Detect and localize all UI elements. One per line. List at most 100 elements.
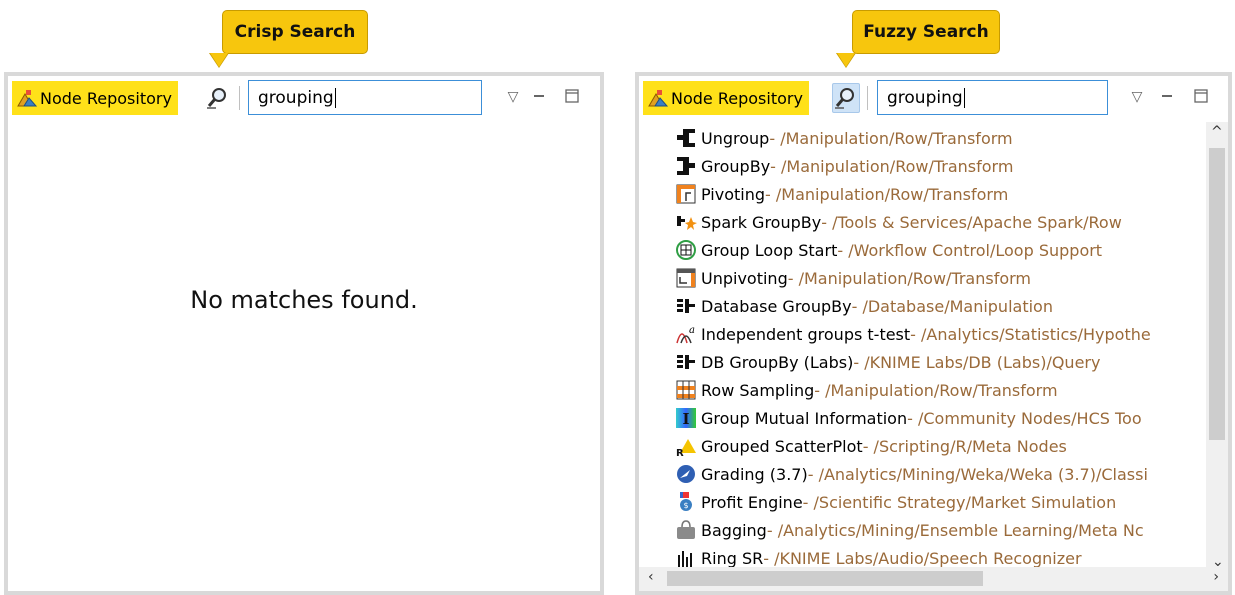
view-menu-chevron-icon[interactable]: ▽ xyxy=(1128,86,1146,106)
audio-icon xyxy=(675,547,697,569)
node-repository-tab[interactable]: Node Repository xyxy=(643,81,809,115)
t-test-icon: a xyxy=(675,323,697,345)
result-node-name: Unpivoting xyxy=(701,268,788,288)
search-input-value: grouping xyxy=(258,87,334,108)
magnifier-icon xyxy=(207,88,226,109)
scroll-up-icon[interactable]: ^ xyxy=(1211,124,1223,140)
result-node-path: - /Manipulation/Row/Transform xyxy=(814,380,1058,400)
scroll-right-icon[interactable]: › xyxy=(1213,569,1219,585)
node-repository-icon xyxy=(17,90,38,107)
result-node-name: Pivoting xyxy=(701,184,766,204)
result-node-name: Row Sampling xyxy=(701,380,815,400)
vertical-scroll-thumb[interactable] xyxy=(1209,148,1225,440)
result-node-path: - /Analytics/Mining/Ensemble Learning/Me… xyxy=(766,520,1144,540)
scroll-left-icon[interactable]: ‹ xyxy=(648,569,654,585)
minimize-icon[interactable] xyxy=(1158,86,1176,106)
result-node-name: Independent groups t-test xyxy=(701,324,911,344)
unpivoting-icon xyxy=(675,267,697,289)
svg-text:R: R xyxy=(676,448,684,457)
result-node-name: Bagging xyxy=(701,520,767,540)
result-node-name: Ring SR xyxy=(701,548,764,568)
result-node-path: - /Tools & Services/Apache Spark/Row xyxy=(821,212,1122,232)
result-row[interactable]: GroupBy - /Manipulation/Row/Transform xyxy=(675,152,1185,180)
weka-icon xyxy=(675,463,697,485)
minimize-icon[interactable] xyxy=(530,86,548,106)
node-repository-tab-label: Node Repository xyxy=(40,88,172,108)
toolbar-separator xyxy=(239,86,240,110)
crisp-search-callout-label: Crisp Search xyxy=(234,22,356,42)
result-node-name: Group Mutual Information xyxy=(701,408,908,428)
result-node-path: - /Manipulation/Row/Transform xyxy=(787,268,1032,288)
group-loop-start-icon xyxy=(675,239,697,261)
node-repository-panel-crisp: Node Repository grouping ▽ No matches fo… xyxy=(4,72,604,595)
node-repository-tab[interactable]: Node Repository xyxy=(12,81,178,115)
result-node-name: DB GroupBy (Labs) xyxy=(701,352,854,372)
result-row[interactable]: Database GroupBy - /Database/Manipulatio… xyxy=(675,292,1185,320)
result-node-name: Grading (3.7) xyxy=(701,464,808,484)
maximize-icon[interactable] xyxy=(563,86,581,106)
result-row[interactable]: DB GroupBy (Labs) - /KNIME Labs/DB (Labs… xyxy=(675,348,1185,376)
result-node-path: - /Workflow Control/Loop Support xyxy=(837,240,1103,260)
r-scatterplot-icon: R xyxy=(675,435,697,457)
result-row[interactable]: R Grouped ScatterPlot - /Scripting/R/Meta… xyxy=(675,432,1185,460)
fuzzy-search-callout-label: Fuzzy Search xyxy=(863,22,989,42)
svg-text:a: a xyxy=(689,325,695,336)
maximize-icon[interactable] xyxy=(1192,86,1210,106)
node-repository-icon xyxy=(648,90,669,107)
fuzzy-search-callout: Fuzzy Search xyxy=(852,10,1000,54)
result-node-path: - /Analytics/Statistics/Hypothe xyxy=(910,324,1151,344)
profit-engine-icon: $ xyxy=(675,491,697,513)
result-node-name: Spark GroupBy xyxy=(701,212,822,232)
mutual-information-icon: I xyxy=(675,407,697,429)
result-row[interactable]: Bagging - /Analytics/Mining/Ensemble Lea… xyxy=(675,516,1185,544)
result-node-path: - /Scientific Strategy/Market Simulation xyxy=(802,492,1117,512)
panel-header: Node Repository grouping ▽ xyxy=(639,76,1228,120)
result-node-name: Database GroupBy xyxy=(701,296,852,316)
groupby-icon xyxy=(675,155,697,177)
result-node-path: - /Community Nodes/HCS Too xyxy=(907,408,1142,428)
node-repository-panel-fuzzy: Node Repository grouping ▽ Ungroup - /Ma… xyxy=(635,72,1232,595)
pivoting-icon xyxy=(675,183,697,205)
database-groupby-icon xyxy=(675,295,697,317)
search-mode-toggle[interactable] xyxy=(204,83,232,113)
search-input[interactable]: grouping xyxy=(248,80,482,115)
result-node-name: Profit Engine xyxy=(701,492,803,512)
vertical-scrollbar[interactable]: ^ ⌄ xyxy=(1206,122,1228,572)
result-row[interactable]: Row Sampling - /Manipulation/Row/Transfo… xyxy=(675,376,1185,404)
result-node-path: - /KNIME Labs/DB (Labs)/Query xyxy=(853,352,1101,372)
bagging-icon xyxy=(675,519,697,541)
no-matches-message: No matches found. xyxy=(190,286,418,314)
horizontal-scrollbar[interactable]: ‹ › xyxy=(639,567,1228,591)
result-row[interactable]: a Independent groups t-test - /Analytics/… xyxy=(675,320,1185,348)
view-menu-chevron-icon[interactable]: ▽ xyxy=(504,86,522,106)
result-row[interactable]: I Group Mutual Information - /Community N… xyxy=(675,404,1185,432)
db-groupby-icon xyxy=(675,351,697,373)
result-row[interactable]: $ Profit Engine - /Scientific Strategy/Ma… xyxy=(675,488,1185,516)
result-row[interactable]: Spark GroupBy - /Tools & Services/Apache… xyxy=(675,208,1185,236)
result-row[interactable]: Group Loop Start - /Workflow Control/Loo… xyxy=(675,236,1185,264)
result-node-name: Group Loop Start xyxy=(701,240,838,260)
ungroup-icon xyxy=(675,127,697,149)
svg-text:I: I xyxy=(682,410,689,428)
result-node-name: GroupBy xyxy=(701,156,771,176)
result-row[interactable]: Grading (3.7) - /Analytics/Mining/Weka/W… xyxy=(675,460,1185,488)
svg-text:$: $ xyxy=(683,501,688,510)
search-results-list: Ungroup - /Manipulation/Row/Transform Gro… xyxy=(675,124,1185,572)
result-row[interactable]: Pivoting - /Manipulation/Row/Transform xyxy=(675,180,1185,208)
result-node-path: - /Analytics/Mining/Weka/Weka (3.7)/Clas… xyxy=(807,464,1148,484)
magnifier-icon xyxy=(835,88,854,109)
result-node-path: - /Scripting/R/Meta Nodes xyxy=(862,436,1067,456)
crisp-search-callout: Crisp Search xyxy=(222,10,368,54)
toolbar-separator xyxy=(867,86,868,110)
result-node-path: - /Database/Manipulation xyxy=(851,296,1053,316)
result-row[interactable]: Ungroup - /Manipulation/Row/Transform xyxy=(675,124,1185,152)
result-node-path: - /KNIME Labs/Audio/Speech Recognizer xyxy=(763,548,1082,568)
result-row[interactable]: Unpivoting - /Manipulation/Row/Transform xyxy=(675,264,1185,292)
search-mode-toggle[interactable] xyxy=(832,83,860,113)
search-input[interactable]: grouping xyxy=(877,80,1108,115)
result-node-name: Ungroup xyxy=(701,128,770,148)
horizontal-scroll-thumb[interactable] xyxy=(667,571,983,586)
result-node-path: - /Manipulation/Row/Transform xyxy=(765,184,1009,204)
search-input-value: grouping xyxy=(887,87,963,108)
row-sampling-icon xyxy=(675,379,697,401)
